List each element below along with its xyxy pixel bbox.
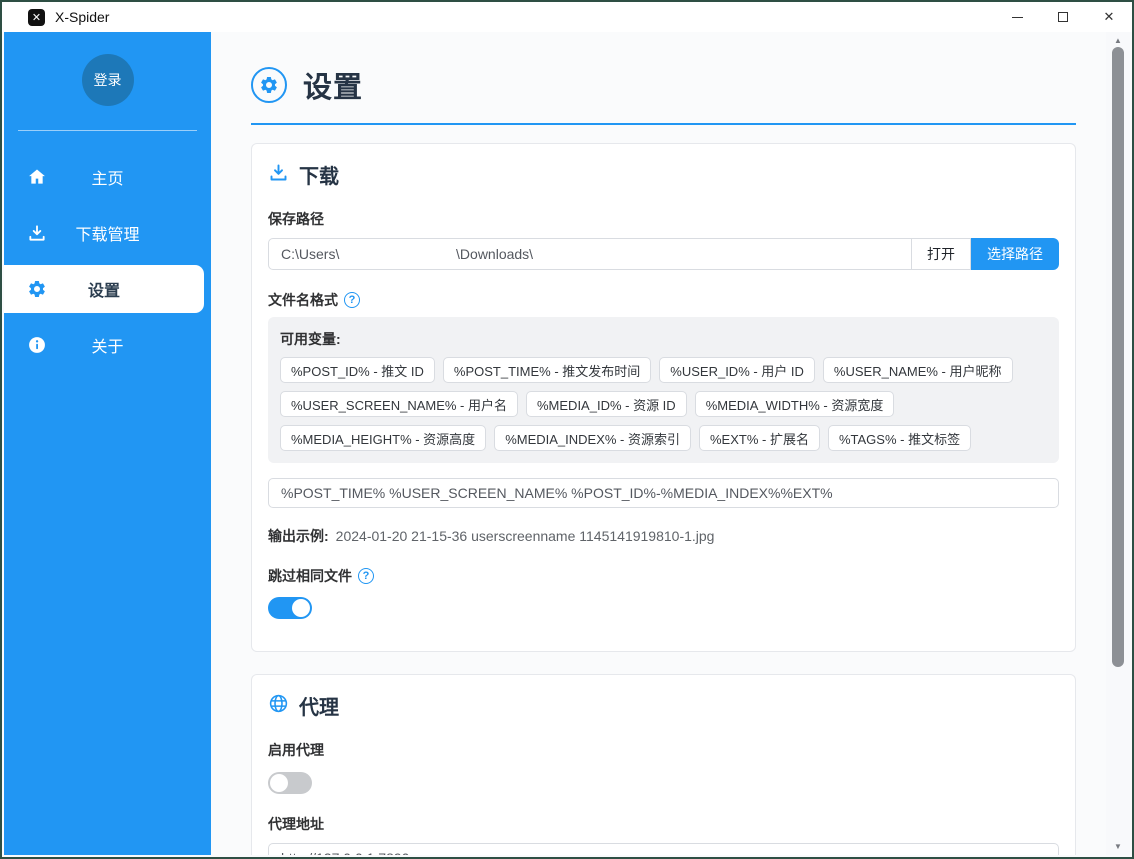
sidebar-item-home[interactable]: 主页 — [4, 149, 211, 205]
maximize-button[interactable] — [1040, 2, 1086, 32]
filename-format-label: 文件名格式 — [268, 290, 338, 310]
page-header: 设置 — [251, 64, 1076, 106]
vertical-scrollbar[interactable]: ▲ ▼ — [1106, 32, 1130, 855]
available-variables-label: 可用变量: — [280, 329, 1047, 349]
save-path-input[interactable] — [268, 238, 912, 270]
filename-format-label-row: 文件名格式 ? — [268, 290, 1059, 310]
scrollbar-up-arrow-icon[interactable]: ▲ — [1106, 36, 1130, 45]
proxy-settings-card: 代理 启用代理 代理地址 — [251, 674, 1076, 855]
sidebar-item-settings[interactable]: 设置 — [4, 265, 204, 313]
app-window: ✕ X-Spider ✕ 登录 主页 下载管理 — [0, 0, 1134, 859]
variables-row: %MEDIA_HEIGHT% - 资源高度 %MEDIA_INDEX% - 资源… — [280, 425, 1047, 451]
skip-same-help-icon[interactable]: ? — [358, 568, 374, 584]
skip-same-label: 跳过相同文件 — [268, 566, 352, 586]
variable-chip[interactable]: %EXT% - 扩展名 — [699, 425, 820, 451]
variables-row: %USER_SCREEN_NAME% - 用户名 %MEDIA_ID% - 资源… — [280, 391, 1047, 417]
variable-chip[interactable]: %USER_NAME% - 用户昵称 — [823, 357, 1013, 383]
login-label: 登录 — [94, 70, 122, 90]
output-example-row: 输出示例: 2024-01-20 21-15-36 userscreenname… — [268, 526, 1059, 546]
window-controls: ✕ — [994, 2, 1132, 32]
save-path-group: 打开 选择路径 — [268, 238, 1059, 270]
sidebar: 登录 主页 下载管理 设置 — [4, 32, 211, 855]
app-title: X-Spider — [55, 9, 109, 25]
variable-chip[interactable]: %POST_TIME% - 推文发布时间 — [443, 357, 651, 383]
maximize-icon — [1058, 12, 1068, 22]
variable-chip[interactable]: %USER_ID% - 用户 ID — [659, 357, 815, 383]
download-icon — [26, 222, 48, 244]
proxy-address-input[interactable] — [268, 843, 1059, 855]
save-path-label: 保存路径 — [268, 209, 1059, 229]
toggle-knob — [270, 774, 288, 792]
download-settings-card: 下载 保存路径 打开 选择路径 文件名格式 ? 可用变量: %POST_ID% … — [251, 143, 1076, 652]
download-section-title: 下载 — [299, 160, 339, 189]
page-title: 设置 — [303, 64, 363, 106]
proxy-section-heading: 代理 — [268, 691, 1059, 720]
gear-icon — [26, 278, 48, 300]
proxy-address-label: 代理地址 — [268, 814, 1059, 834]
variable-chip[interactable]: %MEDIA_HEIGHT% - 资源高度 — [280, 425, 486, 451]
skip-same-toggle[interactable] — [268, 597, 312, 619]
variables-row: %POST_ID% - 推文 ID %POST_TIME% - 推文发布时间 %… — [280, 357, 1047, 383]
app-logo-x-glyph: ✕ — [32, 11, 41, 24]
download-section-heading: 下载 — [268, 160, 1059, 189]
close-button[interactable]: ✕ — [1086, 2, 1132, 32]
filename-format-input[interactable] — [268, 478, 1059, 508]
settings-gear-circle-icon — [251, 67, 287, 103]
sidebar-divider — [18, 130, 197, 131]
minimize-button[interactable] — [994, 2, 1040, 32]
sidebar-item-download-manager[interactable]: 下载管理 — [4, 205, 211, 261]
enable-proxy-label: 启用代理 — [268, 740, 1059, 760]
open-path-button[interactable]: 打开 — [912, 238, 971, 270]
variable-chip[interactable]: %MEDIA_WIDTH% - 资源宽度 — [695, 391, 895, 417]
sidebar-nav: 主页 下载管理 设置 关于 — [4, 149, 211, 373]
scrollbar-thumb[interactable] — [1112, 47, 1124, 667]
skip-same-label-row: 跳过相同文件 ? — [268, 566, 1059, 586]
variable-chip[interactable]: %MEDIA_INDEX% - 资源索引 — [494, 425, 691, 451]
login-button[interactable]: 登录 — [82, 54, 134, 106]
enable-proxy-toggle[interactable] — [268, 772, 312, 794]
variable-chip[interactable]: %USER_SCREEN_NAME% - 用户名 — [280, 391, 518, 417]
filename-format-help-icon[interactable]: ? — [344, 292, 360, 308]
home-icon — [26, 166, 48, 188]
page-title-divider — [251, 123, 1076, 125]
available-variables-panel: 可用变量: %POST_ID% - 推文 ID %POST_TIME% - 推文… — [268, 317, 1059, 463]
app-logo-icon: ✕ — [28, 9, 45, 26]
proxy-address-group — [268, 843, 1059, 855]
minimize-icon — [1012, 17, 1023, 18]
info-icon — [26, 334, 48, 356]
output-example-value: 2024-01-20 21-15-36 userscreenname 11451… — [336, 528, 715, 544]
titlebar: ✕ X-Spider ✕ — [2, 2, 1132, 32]
main-content: 设置 下载 保存路径 打开 选择路径 文件名格式 ? 可用变量: — [211, 32, 1106, 855]
variable-chip[interactable]: %TAGS% - 推文标签 — [828, 425, 971, 451]
output-example-label: 输出示例: — [268, 526, 329, 546]
toggle-knob — [292, 599, 310, 617]
choose-path-button[interactable]: 选择路径 — [971, 238, 1059, 270]
variable-chip[interactable]: %MEDIA_ID% - 资源 ID — [526, 391, 687, 417]
close-icon: ✕ — [1104, 9, 1115, 25]
download-section-icon — [268, 162, 289, 188]
scrollbar-down-arrow-icon[interactable]: ▼ — [1106, 842, 1130, 851]
variable-chip[interactable]: %POST_ID% - 推文 ID — [280, 357, 435, 383]
sidebar-item-about[interactable]: 关于 — [4, 317, 211, 373]
globe-icon — [268, 693, 289, 719]
proxy-section-title: 代理 — [299, 691, 339, 720]
